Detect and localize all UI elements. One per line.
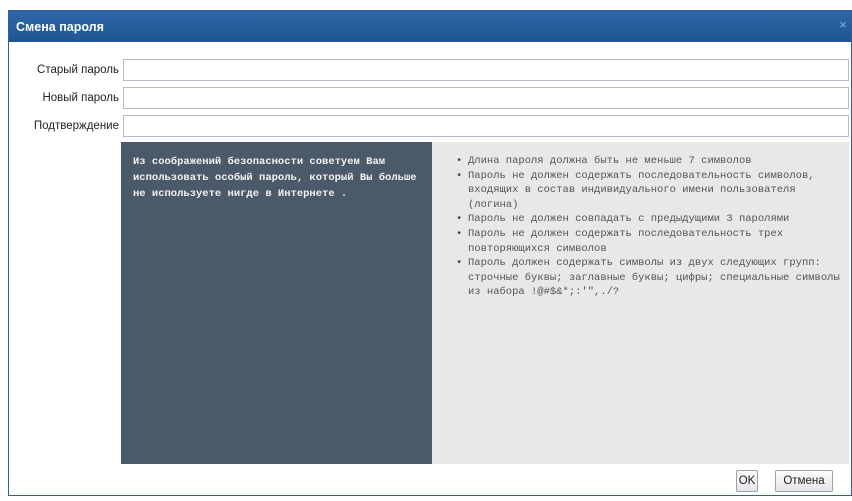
confirm-password-label: Подтверждение [33, 120, 119, 132]
old-password-field[interactable] [123, 59, 849, 81]
change-password-dialog: Смена пароля × Старый пароль Новый парол… [8, 10, 852, 496]
password-rule: Пароль не должен содержать последователь… [456, 169, 841, 213]
dialog-titlebar[interactable]: Смена пароля × [9, 11, 851, 42]
new-password-label: Новый пароль [42, 92, 119, 104]
old-password-label: Старый пароль [37, 64, 119, 76]
password-rule: Пароль должен содержать символы из двух … [456, 256, 841, 300]
password-rule: Длина пароля должна быть не меньше 7 сим… [456, 154, 841, 169]
ok-button[interactable]: OK [736, 470, 758, 492]
new-password-row: Новый пароль [9, 87, 851, 109]
confirm-password-field[interactable] [123, 115, 849, 137]
password-rule: Пароль не должен совпадать с предыдущими… [456, 212, 841, 227]
dialog-footer: OK Отмена [9, 466, 851, 496]
confirm-password-row: Подтверждение [9, 115, 851, 137]
old-password-row: Старый пароль [9, 59, 851, 81]
dialog-title: Смена пароля [16, 20, 104, 34]
close-icon[interactable]: × [837, 18, 849, 31]
cancel-button[interactable]: Отмена [775, 470, 833, 492]
password-rule: Пароль не должен содержать последователь… [456, 227, 841, 256]
password-rules-list: Длина пароля должна быть не меньше 7 сим… [456, 154, 841, 300]
new-password-field[interactable] [123, 87, 849, 109]
security-advice: Из соображений безопасности советуем Вам… [121, 142, 432, 464]
password-info-panel: Из соображений безопасности советуем Вам… [121, 142, 849, 464]
